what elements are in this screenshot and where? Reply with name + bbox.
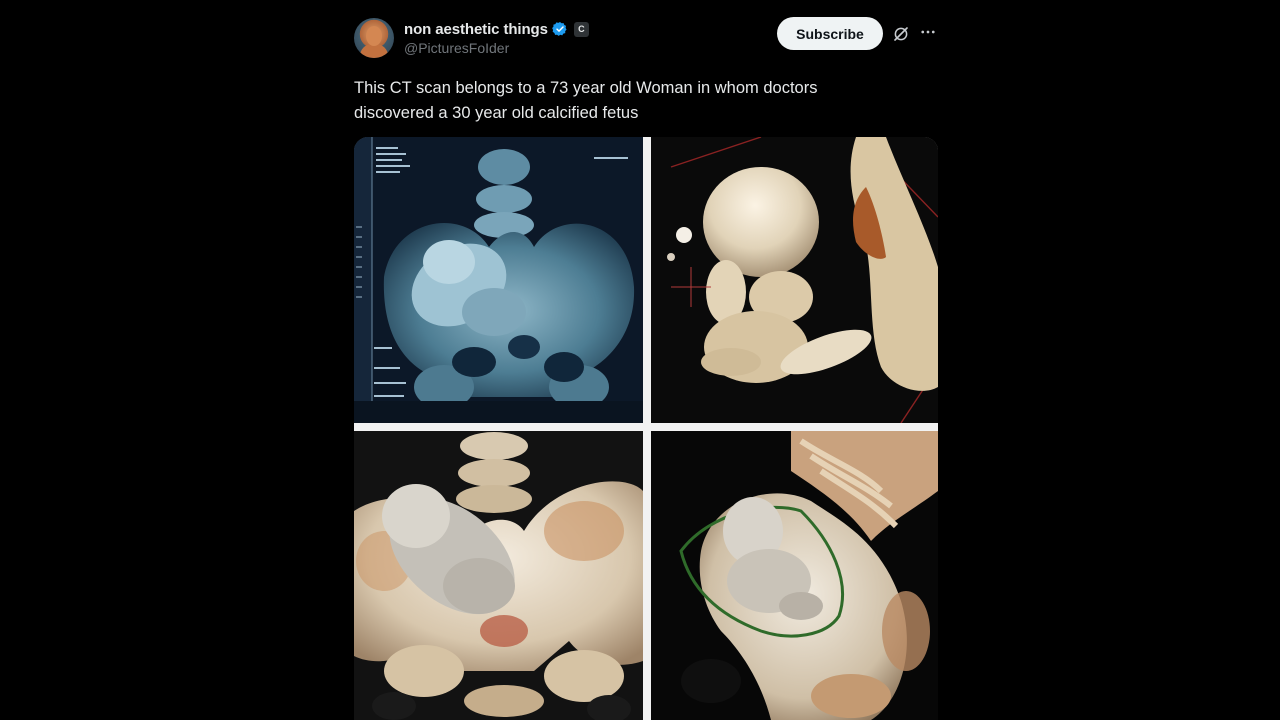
tweet-text-line-2: discovered a 30 year old calcified fetus <box>354 104 639 122</box>
ct-scan-3d-fetus-outlined-image[interactable] <box>651 431 938 720</box>
author-display-name[interactable]: non aesthetic things <box>404 21 548 38</box>
more-options-icon[interactable] <box>919 23 937 46</box>
ct-scan-blue-pelvis-image[interactable] <box>354 137 643 423</box>
author-handle[interactable]: @PicturesFoIder <box>404 40 509 56</box>
verified-badge-icon <box>551 21 568 37</box>
avatar-body-shape <box>360 44 388 58</box>
subscribe-button[interactable]: Subscribe <box>777 17 883 50</box>
tweet-text: This CT scan belongs to a 73 year old Wo… <box>354 76 914 126</box>
author-name-row: non aesthetic things C <box>404 19 589 39</box>
ct-scan-3d-fetus-closeup-image[interactable] <box>651 137 938 423</box>
tweet-card: non aesthetic things C @PicturesFoIder S… <box>354 16 940 720</box>
affiliate-badge[interactable]: C <box>573 21 589 37</box>
media-grid[interactable] <box>354 137 938 720</box>
author-avatar[interactable] <box>354 18 394 58</box>
grok-icon[interactable] <box>892 25 910 43</box>
ct-scan-3d-pelvis-fetus-image[interactable] <box>354 431 643 720</box>
avatar-face-shape <box>366 26 382 46</box>
tweet-text-line-1: This CT scan belongs to a 73 year old Wo… <box>354 79 818 97</box>
